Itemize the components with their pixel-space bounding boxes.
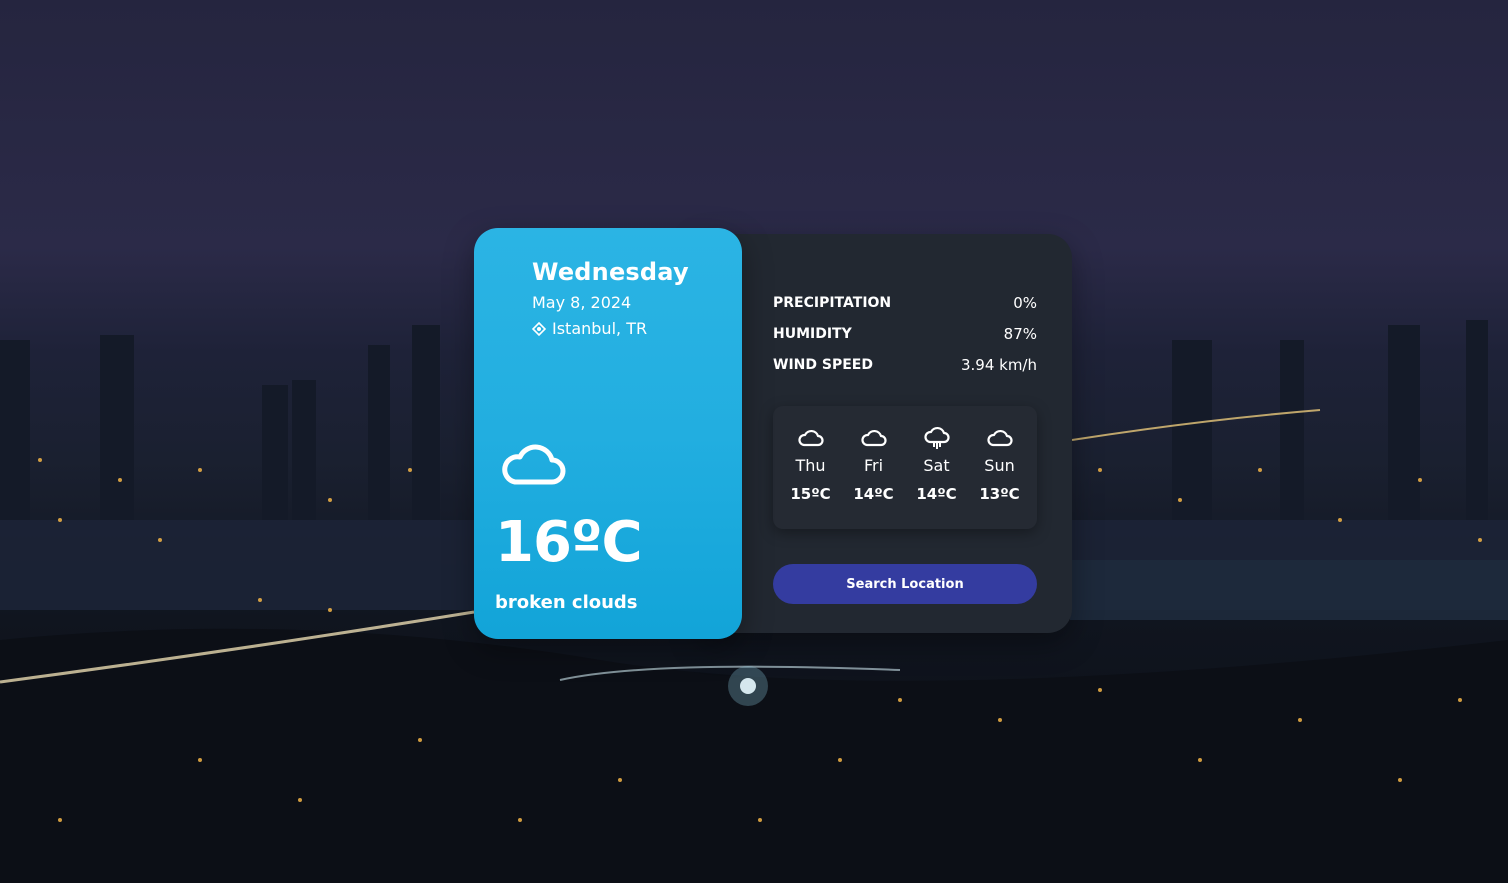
stat-label: WIND SPEED	[773, 356, 873, 373]
location-pin-icon	[532, 321, 546, 336]
stat-label: HUMIDITY	[773, 325, 852, 342]
stat-row-precipitation: PRECIPITATION 0%	[773, 287, 1037, 318]
forecast-day-temp: 14ºC	[916, 485, 957, 503]
rain-cloud-icon	[923, 426, 950, 449]
current-date: May 8, 2024	[532, 293, 632, 312]
weather-description: broken clouds	[495, 592, 638, 613]
cloud-icon	[986, 429, 1013, 447]
cloud-icon	[797, 429, 824, 447]
forecast-list: Thu 15ºC Fri 14ºC Sat 14ºC Sun 13ºC	[773, 406, 1037, 529]
forecast-day-name: Fri	[863, 456, 884, 475]
forecast-day-sun: Sun 13ºC	[972, 406, 1028, 529]
stat-label: PRECIPITATION	[773, 294, 892, 311]
forecast-day-name: Sun	[984, 456, 1015, 475]
stat-row-humidity: HUMIDITY 87%	[773, 318, 1037, 349]
cloud-icon	[502, 444, 566, 485]
forecast-day-name: Sat	[923, 456, 950, 475]
current-temperature: 16ºC	[495, 510, 643, 575]
forecast-day-thu: Thu 15ºC	[783, 406, 839, 529]
current-location: Istanbul, TR	[532, 319, 647, 338]
weather-stats: PRECIPITATION 0% HUMIDITY 87% WIND SPEED…	[773, 287, 1037, 380]
forecast-day-temp: 14ºC	[853, 485, 894, 503]
stat-value: 87%	[1003, 324, 1037, 343]
forecast-day-temp: 13ºC	[979, 485, 1020, 503]
weather-details-panel: PRECIPITATION 0% HUMIDITY 87% WIND SPEED…	[700, 234, 1072, 633]
stat-value: 3.94 km/h	[960, 355, 1037, 374]
current-weather-card: Wednesday May 8, 2024 Istanbul, TR 16ºC …	[474, 228, 742, 639]
stat-row-wind-speed: WIND SPEED 3.94 km/h	[773, 349, 1037, 380]
location-label: Istanbul, TR	[552, 319, 648, 338]
cloud-icon	[860, 429, 887, 447]
forecast-day-fri: Fri 14ºC	[846, 406, 902, 529]
forecast-day-sat: Sat 14ºC	[909, 406, 965, 529]
stat-value: 0%	[1013, 293, 1037, 312]
forecast-day-name: Thu	[795, 456, 826, 475]
search-location-button[interactable]: Search Location	[773, 564, 1037, 604]
forecast-day-temp: 15ºC	[790, 485, 831, 503]
current-day: Wednesday	[532, 258, 689, 286]
